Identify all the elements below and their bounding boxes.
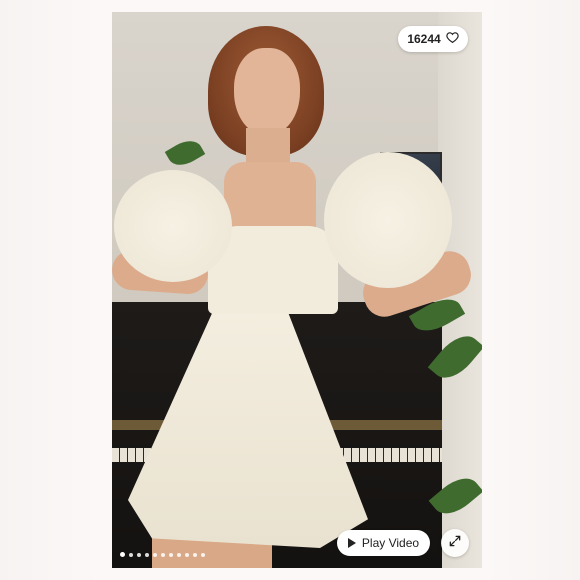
play-icon (347, 538, 356, 548)
photo-dress-sleeve-right (324, 152, 452, 288)
carousel-dot[interactable] (153, 552, 157, 557)
carousel-dot[interactable] (201, 552, 205, 557)
photo-dress-sleeve-left (114, 170, 232, 282)
play-video-label: Play Video (361, 536, 420, 550)
like-count: 16244 (407, 32, 441, 46)
carousel-dot[interactable] (185, 552, 189, 557)
carousel-dot[interactable] (169, 552, 173, 557)
carousel-dot[interactable] (193, 552, 197, 557)
carousel-dot[interactable] (161, 552, 165, 557)
play-video-button[interactable]: Play Video (337, 530, 430, 556)
photo-face (234, 48, 300, 136)
heart-outline-icon (445, 31, 459, 47)
carousel-dot[interactable] (120, 552, 125, 557)
carousel-dot[interactable] (137, 552, 141, 557)
carousel-dot[interactable] (129, 552, 133, 557)
expand-button[interactable] (441, 529, 469, 557)
carousel-dot[interactable] (177, 552, 181, 557)
page-background: 16244 Play Video (0, 0, 580, 580)
carousel-dot[interactable] (145, 552, 149, 557)
right-margin (484, 0, 580, 580)
left-margin (0, 0, 100, 580)
product-photo[interactable] (112, 12, 482, 568)
like-button[interactable]: 16244 (398, 26, 468, 52)
expand-icon (448, 534, 462, 553)
carousel-indicator (120, 552, 205, 557)
